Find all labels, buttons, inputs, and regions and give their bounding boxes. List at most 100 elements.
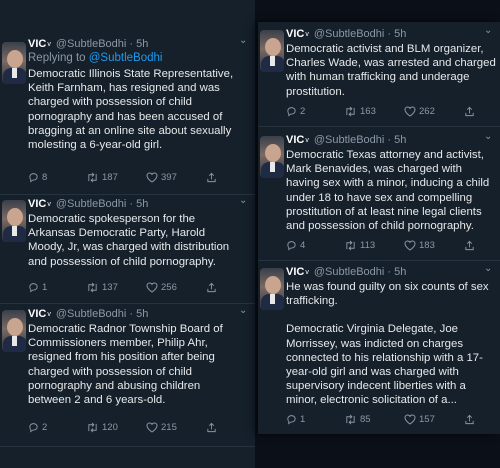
tweet-text-line xyxy=(286,308,489,322)
retweet-count: 163 xyxy=(360,106,376,117)
right-screenshot-panel: VICv @SubtleBodhi · 5h ⌄ Democratic activis… xyxy=(258,22,500,434)
like-button[interactable]: 215 xyxy=(146,422,177,433)
tweet-text-line: He was found guilty on six counts of sex xyxy=(286,281,489,293)
retweet-icon[interactable] xyxy=(86,172,99,183)
like-button[interactable]: 157 xyxy=(404,414,435,425)
author-name[interactable]: VIC xyxy=(286,28,304,40)
tweet-text-line: resigned from his position after being xyxy=(28,351,215,364)
share-button[interactable] xyxy=(206,422,217,433)
reply-button[interactable]: 2 xyxy=(286,106,305,117)
tweet-actions: 1 85 157 xyxy=(286,414,492,426)
retweet-icon[interactable] xyxy=(344,106,357,117)
reply-count: 4 xyxy=(300,240,306,251)
retweet-button[interactable]: 85 xyxy=(344,414,371,425)
author-name[interactable]: VIC xyxy=(28,38,46,50)
share-icon[interactable] xyxy=(464,240,475,251)
share-icon[interactable] xyxy=(206,422,217,433)
reply-icon[interactable] xyxy=(286,106,297,117)
retweet-count: 120 xyxy=(102,422,118,433)
share-button[interactable] xyxy=(464,106,475,117)
reply-count: 1 xyxy=(42,282,48,293)
tweet-text-line: Democratic Virginia Delegate, Joe xyxy=(286,323,458,336)
avatar[interactable] xyxy=(260,30,284,72)
tweet-divider xyxy=(0,303,255,304)
tweet-divider xyxy=(0,194,255,195)
reply-icon[interactable] xyxy=(28,282,39,293)
like-button[interactable]: 262 xyxy=(404,106,435,117)
like-count: 256 xyxy=(161,282,177,293)
tweet-text-line: pornography and has been accused of xyxy=(28,110,223,123)
tweet-text-line: Democratic activist and BLM organizer, xyxy=(286,43,484,55)
share-icon[interactable] xyxy=(206,282,217,293)
reply-button[interactable]: 8 xyxy=(28,172,47,183)
like-button[interactable]: 397 xyxy=(146,172,177,183)
avatar[interactable] xyxy=(2,310,26,352)
like-button[interactable]: 256 xyxy=(146,282,177,293)
retweet-button[interactable]: 163 xyxy=(344,106,376,117)
avatar[interactable] xyxy=(2,200,26,242)
share-button[interactable] xyxy=(464,414,475,425)
share-button[interactable] xyxy=(206,172,217,183)
like-icon[interactable] xyxy=(404,414,416,425)
reply-icon[interactable] xyxy=(28,172,39,183)
avatar[interactable] xyxy=(260,136,284,178)
tweet[interactable]: VICv @SubtleBodhi · 5h ⌄ Replying to @Subtl… xyxy=(0,35,255,183)
author-name[interactable]: VIC xyxy=(286,134,304,146)
replying-to-handle[interactable]: @SubtleBodhi xyxy=(89,52,163,64)
author-handle-time: @SubtleBodhi · 5h xyxy=(55,198,149,210)
chevron-down-icon[interactable]: ⌄ xyxy=(484,263,492,274)
tweet-text-line: under 18 to have sex and compelling xyxy=(286,191,473,204)
avatar[interactable] xyxy=(2,42,26,84)
author-name[interactable]: VIC xyxy=(286,266,304,278)
author-name[interactable]: VIC xyxy=(28,198,46,210)
like-button[interactable]: 183 xyxy=(404,240,435,251)
tweet[interactable]: VICv @SubtleBodhi · 5h ⌄ He was found guilt… xyxy=(258,263,500,425)
avatar[interactable] xyxy=(260,268,284,310)
like-icon[interactable] xyxy=(146,422,158,433)
tweet-text-line: Moody, Jr, was charged with distribution xyxy=(28,241,230,254)
tweet[interactable]: VICv @SubtleBodhi · 5h ⌄ Democratic activis… xyxy=(258,25,500,148)
tweet[interactable]: VICv @SubtleBodhi · 5h ⌄ Democratic Radnor … xyxy=(0,305,255,433)
retweet-button[interactable]: 120 xyxy=(86,422,118,433)
tweet-header: VICv @SubtleBodhi · 5h xyxy=(286,266,406,279)
retweet-icon[interactable] xyxy=(86,422,99,433)
retweet-icon[interactable] xyxy=(344,240,357,251)
share-button[interactable] xyxy=(206,282,217,293)
tweet[interactable]: VICv @SubtleBodhi · 5h ⌄ Democratic Texas a… xyxy=(258,131,500,254)
reply-button[interactable]: 2 xyxy=(28,422,47,433)
reply-button[interactable]: 4 xyxy=(286,240,305,251)
tweet-text-line: Democratic Radnor Township Board of xyxy=(28,323,223,335)
retweet-button[interactable]: 137 xyxy=(86,282,118,293)
reply-button[interactable]: 1 xyxy=(28,282,47,293)
retweet-icon[interactable] xyxy=(344,414,357,425)
retweet-icon[interactable] xyxy=(86,282,99,293)
like-icon[interactable] xyxy=(146,172,158,183)
share-icon[interactable] xyxy=(464,414,475,425)
tweet-text-line: Keith Farnham, has resigned and was xyxy=(28,82,220,95)
chevron-down-icon[interactable]: ⌄ xyxy=(484,25,492,36)
tweet-divider xyxy=(258,260,500,261)
like-icon[interactable] xyxy=(404,240,416,251)
share-icon[interactable] xyxy=(464,106,475,117)
like-icon[interactable] xyxy=(404,106,416,117)
chevron-down-icon[interactable]: ⌄ xyxy=(239,195,247,206)
retweet-button[interactable]: 113 xyxy=(344,240,375,251)
retweet-count: 113 xyxy=(360,240,376,251)
author-name[interactable]: VIC xyxy=(28,308,46,320)
chevron-down-icon[interactable]: ⌄ xyxy=(484,131,492,142)
reply-icon[interactable] xyxy=(286,240,297,251)
share-icon[interactable] xyxy=(206,172,217,183)
chevron-down-icon[interactable]: ⌄ xyxy=(239,305,247,316)
retweet-button[interactable]: 187 xyxy=(86,172,118,183)
reply-icon[interactable] xyxy=(28,422,39,433)
tweet-actions: 1 137 256 xyxy=(28,282,247,294)
reply-button[interactable]: 1 xyxy=(286,414,305,425)
chevron-down-icon[interactable]: ⌄ xyxy=(239,35,247,46)
tweet-text-line: between 2 and 6 years-old. xyxy=(28,394,166,407)
tweet-text-line: prostitution. xyxy=(286,85,345,98)
tweet[interactable]: VICv @SubtleBodhi · 5h ⌄ Democratic spokesp… xyxy=(0,195,255,318)
like-icon[interactable] xyxy=(146,282,158,293)
share-button[interactable] xyxy=(464,240,475,251)
tweet-text: Democratic Illinois State Representative… xyxy=(28,67,233,152)
reply-icon[interactable] xyxy=(286,414,297,425)
